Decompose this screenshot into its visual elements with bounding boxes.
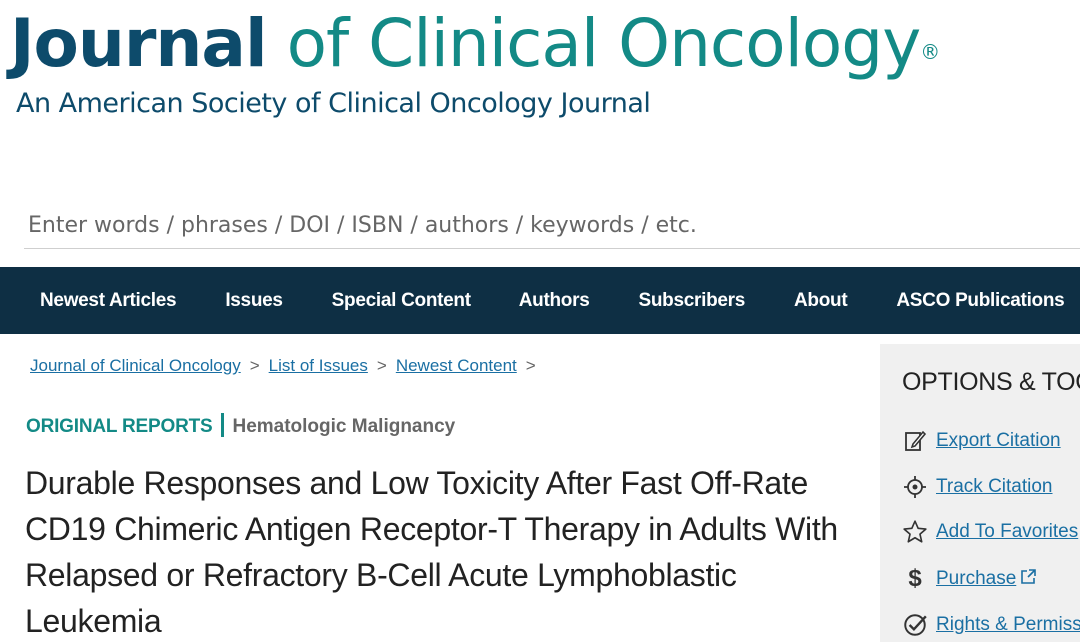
track-citation-link[interactable]: Track Citation xyxy=(936,476,1053,498)
export-citation-link[interactable]: Export Citation xyxy=(936,430,1061,452)
rights-permissions-item[interactable]: Rights & Permissions xyxy=(902,612,1080,638)
nav-issues[interactable]: Issues xyxy=(225,290,283,312)
nav-asco-publications[interactable]: ASCO Publications xyxy=(896,290,1064,312)
breadcrumb-separator: > xyxy=(525,356,536,375)
article-type: ORIGINAL REPORTS xyxy=(26,416,213,437)
registered-mark: ® xyxy=(920,40,940,64)
logo-bold-text: Journal xyxy=(10,5,268,82)
article-category: ORIGINAL REPORTS Hematologic Malignancy xyxy=(26,413,455,438)
article-subtype: Hematologic Malignancy xyxy=(232,416,456,437)
main-navigation: Newest Articles Issues Special Content A… xyxy=(0,267,1080,334)
purchase-link[interactable]: Purchase xyxy=(936,568,1016,590)
breadcrumb-list-of-issues[interactable]: List of Issues xyxy=(269,356,368,375)
nav-authors[interactable]: Authors xyxy=(519,290,590,312)
check-badge-icon xyxy=(902,612,928,638)
nav-special-content[interactable]: Special Content xyxy=(332,290,471,312)
breadcrumb-newest-content[interactable]: Newest Content xyxy=(396,356,517,375)
rights-permissions-link[interactable]: Rights & Permissions xyxy=(936,614,1080,636)
masthead: Journal of Clinical Oncology® An America… xyxy=(0,0,1080,140)
article-title: Durable Responses and Low Toxicity After… xyxy=(25,465,838,639)
edit-icon xyxy=(902,428,928,454)
breadcrumb-journal[interactable]: Journal of Clinical Oncology xyxy=(30,356,241,375)
track-citation-item[interactable]: Track Citation xyxy=(902,474,1053,500)
journal-tagline: An American Society of Clinical Oncology… xyxy=(16,88,651,119)
target-icon xyxy=(902,474,928,500)
breadcrumb-separator: > xyxy=(249,356,260,375)
nav-about[interactable]: About xyxy=(794,290,848,312)
dollar-icon: $ xyxy=(908,565,922,592)
breadcrumb: Journal of Clinical Oncology > List of Iss… xyxy=(30,356,545,376)
category-divider xyxy=(221,413,225,437)
logo-light-text: of Clinical Oncology xyxy=(266,5,922,82)
purchase-item[interactable]: $ Purchase xyxy=(902,565,1037,592)
search-bar xyxy=(24,202,1080,249)
options-tools-panel: OPTIONS & TOOLS Export Citation Track Ci… xyxy=(880,344,1080,642)
star-icon xyxy=(902,519,928,545)
nav-subscribers[interactable]: Subscribers xyxy=(638,290,745,312)
export-citation-item[interactable]: Export Citation xyxy=(902,428,1061,454)
add-to-favorites-item[interactable]: Add To Favorites xyxy=(902,519,1078,545)
journal-logo[interactable]: Journal of Clinical Oncology® xyxy=(10,0,940,90)
nav-newest-articles[interactable]: Newest Articles xyxy=(40,290,177,312)
external-link-icon xyxy=(1020,568,1037,590)
add-to-favorites-link[interactable]: Add To Favorites xyxy=(936,521,1078,543)
options-tools-title: OPTIONS & TOOLS xyxy=(902,368,1080,396)
breadcrumb-separator: > xyxy=(376,356,387,375)
search-input[interactable] xyxy=(24,202,1080,248)
